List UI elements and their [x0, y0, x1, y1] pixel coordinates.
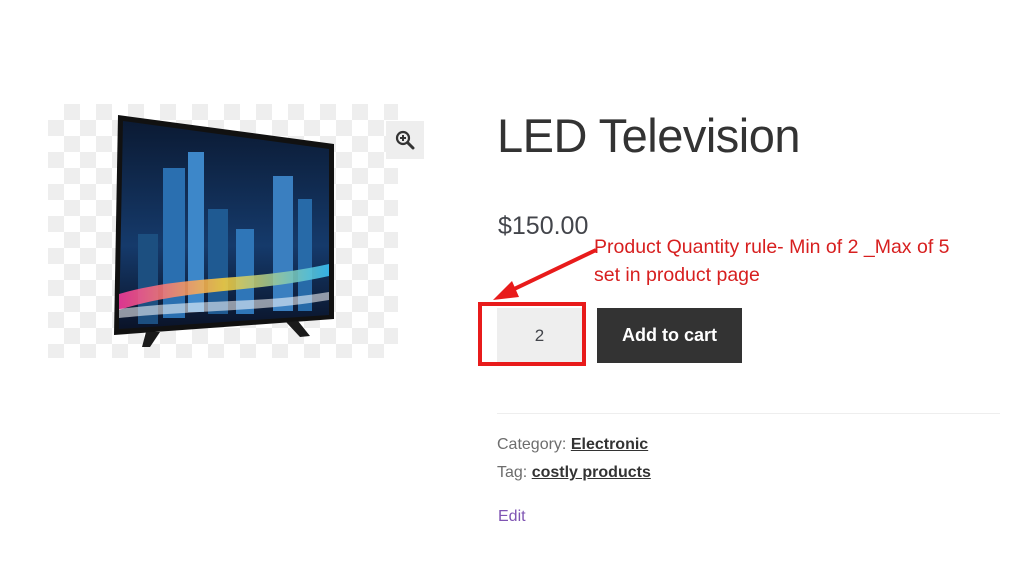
zoom-button[interactable] [386, 121, 424, 159]
product-price: $150.00 [498, 212, 589, 240]
tag-row: Tag: costly products [497, 464, 651, 482]
tv-product-image [114, 115, 334, 347]
edit-link[interactable]: Edit [498, 508, 526, 526]
tag-label: Tag: [497, 464, 528, 481]
divider [497, 413, 1000, 414]
annotation-note: Product Quantity rule- Min of 2 _Max of … [594, 233, 1014, 289]
category-label: Category: [497, 436, 567, 453]
annotation-line-1: Product Quantity rule- Min of 2 _Max of … [594, 236, 950, 258]
annotation-line-2: set in product page [594, 264, 760, 286]
quantity-input[interactable] [497, 308, 582, 363]
tag-link[interactable]: costly products [532, 464, 651, 481]
product-gallery[interactable] [48, 104, 398, 358]
magnifier-plus-icon [395, 130, 415, 150]
add-to-cart-button[interactable]: Add to cart [597, 308, 742, 363]
category-link[interactable]: Electronic [571, 436, 648, 453]
category-row: Category: Electronic [497, 436, 648, 454]
product-title: LED Television [497, 109, 801, 162]
